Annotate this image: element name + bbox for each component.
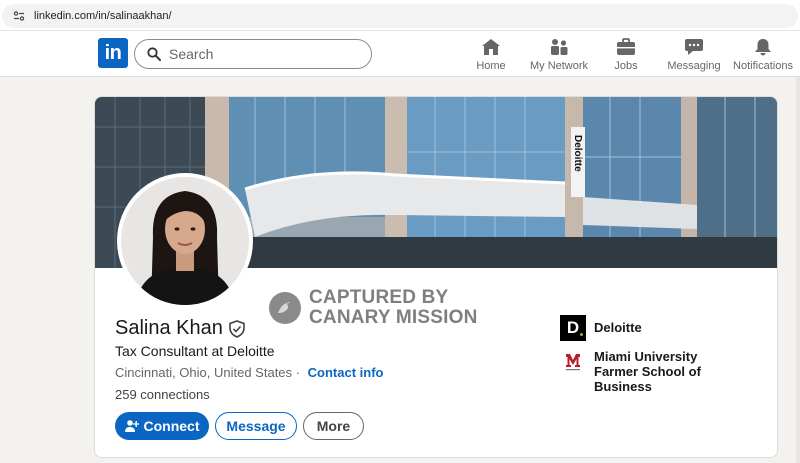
profile-name-row: Salina Khan: [115, 317, 247, 340]
profile-name: Salina Khan: [115, 317, 223, 339]
bell-icon: [752, 36, 774, 58]
location-row: Cincinnati, Ohio, United States · Contac…: [115, 365, 383, 380]
nav-messaging[interactable]: Messaging: [666, 31, 722, 77]
nav-jobs[interactable]: Jobs: [610, 31, 642, 77]
watermark-text: CAPTURED BY CANARY MISSION: [309, 288, 478, 328]
org-deloitte[interactable]: D Deloitte: [560, 315, 642, 341]
site-settings-icon[interactable]: [12, 9, 26, 23]
search-icon: [147, 47, 161, 61]
org-name-miami: Miami University Farmer School of Busine…: [594, 349, 701, 394]
page-scrollbar[interactable]: [796, 77, 800, 463]
url-field[interactable]: linkedin.com/in/salinaakhan/: [2, 4, 798, 28]
watermark-line-2: CANARY MISSION: [309, 307, 478, 328]
nav-label-home: Home: [476, 60, 506, 72]
jobs-icon: [615, 36, 637, 58]
nav-label-jobs: Jobs: [614, 60, 638, 72]
nav-label-my-network: My Network: [529, 60, 589, 72]
home-icon: [480, 36, 502, 58]
nav-label-messaging: Messaging: [667, 60, 721, 72]
add-person-icon: [124, 419, 139, 433]
org-miami-university[interactable]: Miami University Farmer School of Busine…: [560, 349, 744, 394]
search-box[interactable]: [134, 39, 372, 69]
search-input[interactable]: [169, 46, 359, 62]
nav-home[interactable]: Home: [472, 31, 510, 77]
profile-card: Deloitte CAPTURED BY CANARY MISSION Sali…: [94, 96, 778, 458]
nav-my-network[interactable]: My Network: [528, 31, 590, 77]
profile-photo[interactable]: [117, 173, 253, 309]
contact-info-link[interactable]: Contact info: [308, 365, 384, 380]
canary-mission-watermark: CAPTURED BY CANARY MISSION: [269, 288, 478, 328]
messaging-icon: [683, 36, 705, 58]
nav-notifications[interactable]: Notifications: [732, 31, 794, 77]
location-separator: ·: [295, 365, 301, 380]
profile-location: Cincinnati, Ohio, United States: [115, 365, 293, 380]
message-button[interactable]: Message: [215, 412, 297, 440]
org-name-deloitte: Deloitte: [594, 320, 642, 335]
profile-headline: Tax Consultant at Deloitte: [115, 343, 275, 359]
network-icon: [548, 36, 570, 58]
linkedin-logo[interactable]: in: [98, 38, 128, 68]
banner-sign-text: Deloitte: [572, 135, 583, 172]
watermark-line-1: CAPTURED BY: [309, 287, 449, 308]
verified-shield-icon[interactable]: [229, 319, 247, 338]
more-button[interactable]: More: [303, 412, 364, 440]
linkedin-header: in Home My Network Jobs Messaging N: [0, 31, 800, 77]
miami-university-logo-icon: [560, 349, 586, 375]
connect-button[interactable]: Connect: [115, 412, 209, 440]
url-text: linkedin.com/in/salinaakhan/: [34, 10, 172, 22]
canary-bird-icon: [269, 292, 301, 324]
deloitte-logo-icon: D: [560, 315, 586, 341]
nav-label-notifications: Notifications: [733, 60, 793, 72]
connections-count[interactable]: 259 connections: [115, 387, 210, 402]
browser-address-bar: linkedin.com/in/salinaakhan/: [0, 0, 800, 31]
connect-button-label: Connect: [143, 418, 200, 434]
